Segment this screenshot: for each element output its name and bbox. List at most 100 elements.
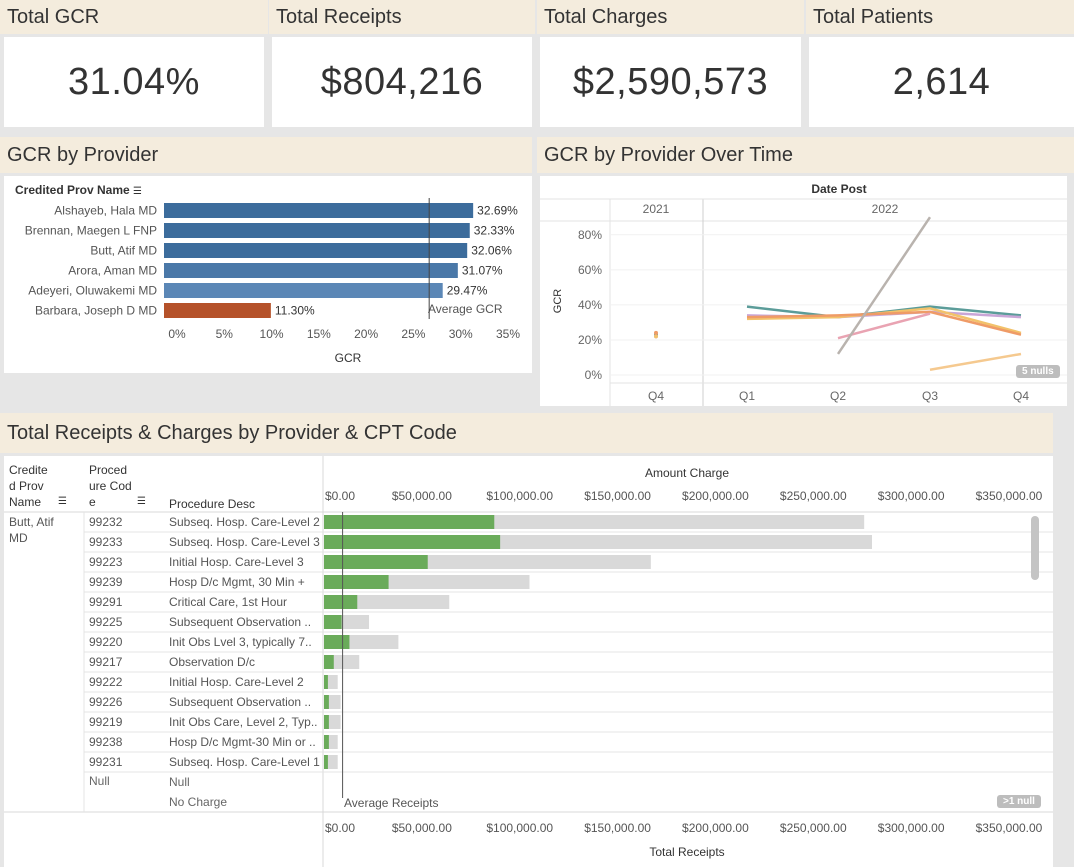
gcr-by-provider-title: GCR by Provider — [0, 137, 532, 173]
gcr-bar — [164, 223, 470, 238]
null-desc-cell: Null — [169, 775, 190, 789]
procedure-code-cell: 99233 — [89, 535, 123, 549]
date-post-header: Date Post — [811, 182, 866, 196]
gcr-bar-value-label: 29.47% — [447, 284, 488, 298]
procedure-code-cell: 99238 — [89, 735, 123, 749]
gcr-series-line — [929, 352, 1022, 371]
amount-charge-tick-label: $300,000.00 — [878, 489, 945, 503]
amount-charge-tick-label: $0.00 — [325, 489, 355, 503]
kpi-title-total-patients: Total Patients — [806, 0, 1074, 34]
kpi-title-total-receipts: Total Receipts — [269, 0, 535, 34]
no-charge-cell: No Charge — [169, 795, 227, 809]
procedure-code-cell: 99232 — [89, 515, 123, 529]
procedure-desc-cell: Subsequent Observation .. — [169, 615, 311, 629]
receipts-bar — [324, 555, 428, 569]
gcr-x-tick-label: 10% — [260, 327, 284, 341]
gcr-y-tick-label: 20% — [578, 333, 602, 347]
gcr-bar-value-label: 11.30% — [275, 304, 315, 318]
average-receipts-label: Average Receipts — [344, 796, 439, 810]
gcr-y-tick-label: 60% — [578, 263, 602, 277]
quarter-tick-label: Q4 — [648, 389, 664, 403]
gcr-bar — [164, 283, 443, 298]
provider-name-label: Barbara, Joseph D MD — [35, 304, 157, 318]
procedure-desc-cell: Initial Hosp. Care-Level 2 — [169, 675, 304, 689]
receipts-bar — [324, 635, 350, 649]
procedure-desc-cell: Hosp D/c Mgmt-30 Min or .. — [169, 735, 316, 749]
procedure-code-cell: 99226 — [89, 695, 123, 709]
procedure-code-cell: 99231 — [89, 755, 123, 769]
receipts-bar — [324, 675, 328, 689]
amount-charge-axis-title: Amount Charge — [645, 466, 729, 480]
procedure-code-cell: 99225 — [89, 615, 123, 629]
gcr-x-tick-label: 35% — [496, 327, 520, 341]
gcr-bar-value-label: 32.33% — [474, 224, 515, 238]
vertical-scrollbar[interactable] — [1031, 516, 1039, 580]
receipts-bar — [324, 615, 342, 629]
gcr-over-time-title: GCR by Provider Over Time — [537, 137, 1074, 173]
receipts-bar — [324, 735, 329, 749]
gcr-y-tick-label: 40% — [578, 298, 602, 312]
procedure-desc-cell: Init Obs Lvel 3, typically 7.. — [169, 635, 312, 649]
procedure-desc-cell: Subseq. Hosp. Care-Level 1 — [169, 755, 320, 769]
procedure-desc-cell: Subsequent Observation .. — [169, 695, 311, 709]
gcr-bar — [164, 263, 458, 278]
receipts-bar — [324, 695, 329, 709]
procedure-desc-cell: Hosp D/c Mgmt, 30 Min + — [169, 575, 305, 589]
receipts-bar — [324, 715, 329, 729]
gcr-average-label: Average GCR — [428, 302, 503, 316]
gcr-y-tick-label: 80% — [578, 228, 602, 242]
gcr-x-tick-label: 20% — [354, 327, 378, 341]
procedure-code-cell: 99220 — [89, 635, 123, 649]
amount-charge-tick-label: $350,000.00 — [976, 489, 1043, 503]
amount-charge-tick-label: $150,000.00 — [584, 489, 651, 503]
gcr-series-line — [836, 216, 932, 355]
receipts-bar — [324, 755, 328, 769]
procedure-code-cell: 99223 — [89, 555, 123, 569]
kpi-title-total-gcr: Total GCR — [0, 0, 268, 34]
kpi-title-total-charges: Total Charges — [537, 0, 804, 34]
gcr-bar-value-label: 32.06% — [471, 244, 512, 258]
receipts-bar — [324, 535, 501, 549]
provider-name-label: Butt, Atif MD — [90, 244, 157, 258]
receipts-bar — [324, 575, 389, 589]
procedure-code-cell: 99217 — [89, 655, 123, 669]
provider-name-label: Brennan, Maegen L FNP — [25, 224, 157, 238]
total-receipts-tick-label: $250,000.00 — [780, 821, 847, 835]
receipts-bar — [324, 595, 358, 609]
quarter-tick-label: Q2 — [830, 389, 846, 403]
gcr-y-axis-title: GCR — [552, 289, 564, 314]
total-receipts-tick-label: $150,000.00 — [584, 821, 651, 835]
year-label-2021: 2021 — [643, 202, 670, 216]
provider-name-label: Adeyeri, Oluwakemi MD — [28, 284, 157, 298]
amount-charge-tick-label: $50,000.00 — [392, 489, 452, 503]
null-badge[interactable]: >1 null — [997, 795, 1041, 808]
receipts-bar — [324, 655, 334, 669]
procedure-desc-cell: Subseq. Hosp. Care-Level 3 — [169, 535, 320, 549]
kpi-value-total-receipts: $804,216 — [272, 37, 532, 127]
gcr-x-tick-label: 15% — [307, 327, 331, 341]
kpi-value-total-patients: 2,614 — [809, 37, 1074, 127]
quarter-tick-label: Q4 — [1013, 389, 1029, 403]
amount-charge-tick-label: $250,000.00 — [780, 489, 847, 503]
gcr-x-tick-label: 25% — [401, 327, 425, 341]
quarter-tick-label: Q3 — [922, 389, 938, 403]
total-receipts-tick-label: $350,000.00 — [976, 821, 1043, 835]
procedure-code-cell: 99222 — [89, 675, 123, 689]
procedure-code-cell: 99219 — [89, 715, 123, 729]
amount-charge-tick-label: $100,000.00 — [486, 489, 553, 503]
total-receipts-tick-label: $100,000.00 — [486, 821, 553, 835]
gcr-over-time-chart: Date Post 2021 2022 GCR 0% 20% 40% 60% 80% Q4… — [540, 182, 1067, 406]
nulls-badge[interactable]: 5 nulls — [1016, 365, 1060, 378]
null-code-cell: Null — [89, 774, 110, 788]
procedure-desc-cell: Subseq. Hosp. Care-Level 2 — [169, 515, 320, 529]
kpi-value-total-charges: $2,590,573 — [540, 37, 801, 127]
receipts-bar — [324, 515, 495, 529]
gcr-series-point — [654, 330, 658, 335]
receipts-charges-title: Total Receipts & Charges by Provider & C… — [0, 413, 1053, 453]
gcr-series-point — [654, 334, 658, 339]
gcr-x-axis-title: GCR — [335, 351, 362, 365]
gcr-y-tick-label: 0% — [585, 368, 603, 382]
receipts-charges-chart: Amount Charge Total Receipts Null Null N… — [4, 456, 1053, 867]
kpi-value-total-gcr: 31.04% — [4, 37, 264, 127]
gcr-bar-value-label: 31.07% — [462, 264, 503, 278]
